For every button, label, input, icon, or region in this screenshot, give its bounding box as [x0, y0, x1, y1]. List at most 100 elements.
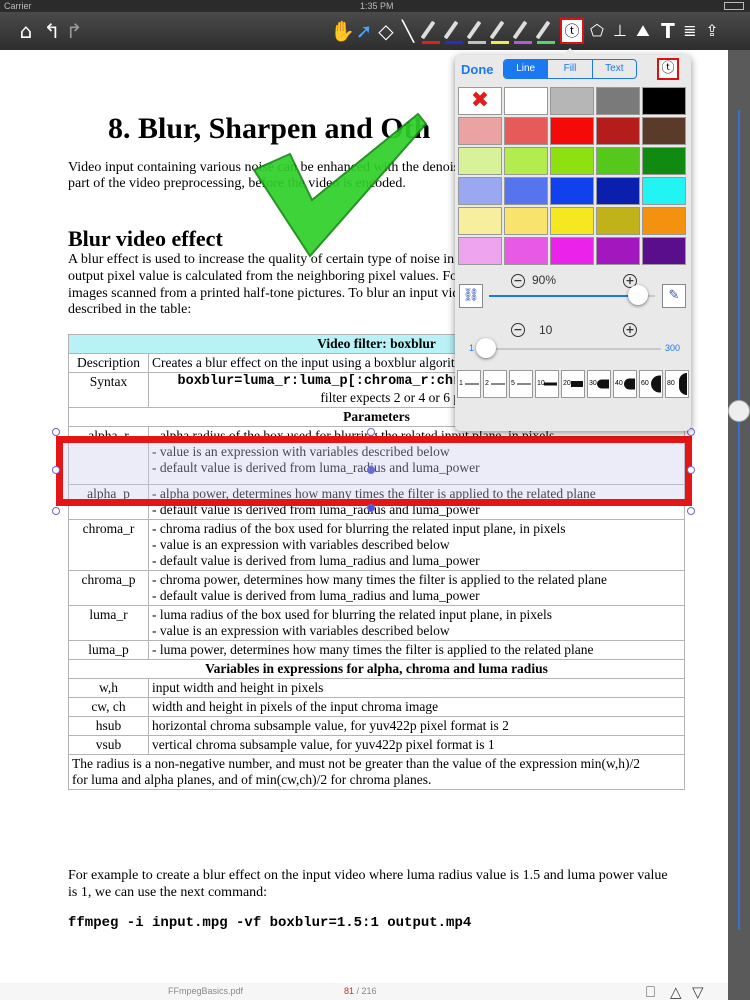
color-swatch[interactable]	[504, 117, 548, 145]
image-icon[interactable]: ⛰	[631, 18, 655, 44]
color-swatch[interactable]	[596, 147, 640, 175]
resize-handle[interactable]	[52, 466, 60, 474]
color-swatch[interactable]	[504, 147, 548, 175]
opacity-slider-thumb[interactable]	[628, 285, 649, 305]
pointer-icon[interactable]: ➚	[352, 18, 376, 44]
width-increase-button[interactable]: +	[623, 323, 637, 337]
color-swatch[interactable]	[642, 117, 686, 145]
highlighter-yellow-icon[interactable]	[489, 18, 511, 46]
color-swatch[interactable]	[550, 237, 594, 265]
color-swatch[interactable]	[550, 117, 594, 145]
resize-handle[interactable]	[367, 504, 375, 512]
color-swatch[interactable]	[642, 207, 686, 235]
hand-icon[interactable]: ✋	[330, 18, 355, 44]
width-preset-stroke	[465, 383, 479, 385]
shapes-icon[interactable]: ⬠	[585, 18, 609, 44]
resize-handle[interactable]	[687, 466, 695, 474]
color-swatch[interactable]	[458, 207, 502, 235]
battery-icon	[724, 2, 744, 10]
pen-icon[interactable]: ✎	[662, 284, 686, 308]
resize-handle[interactable]	[367, 428, 375, 436]
width-preset[interactable]: 20	[561, 370, 585, 398]
width-slider-thumb[interactable]	[476, 338, 497, 358]
color-swatch[interactable]	[642, 147, 686, 175]
pencil-icon[interactable]	[466, 18, 488, 46]
width-preset[interactable]: 10	[535, 370, 559, 398]
color-swatch[interactable]	[458, 237, 502, 265]
color-swatch[interactable]	[596, 237, 640, 265]
width-slider-track[interactable]	[481, 348, 661, 350]
param-key: luma_p	[68, 640, 149, 660]
width-preset-label: 60	[641, 380, 649, 387]
text-icon[interactable]: T	[656, 18, 680, 44]
width-decrease-button[interactable]: −	[511, 323, 525, 337]
width-preset[interactable]: 80	[665, 370, 689, 398]
color-swatch[interactable]	[550, 87, 594, 115]
color-swatch[interactable]	[550, 147, 594, 175]
highlighter-green-icon[interactable]	[535, 18, 557, 46]
tab-text[interactable]: Text	[593, 60, 636, 78]
var-value: vertical chroma subsample value, for yuv…	[148, 735, 685, 755]
resize-handle[interactable]	[52, 428, 60, 436]
param-line: - value is an expression with variables …	[152, 537, 450, 552]
color-swatch[interactable]	[504, 87, 548, 115]
resize-handle[interactable]	[52, 507, 60, 515]
color-swatch[interactable]	[550, 207, 594, 235]
text-stamp-icon[interactable]: ⓣ	[657, 58, 679, 80]
redo-icon[interactable]: ↱	[62, 18, 86, 44]
move-handle[interactable]	[367, 466, 375, 474]
color-swatch[interactable]	[458, 117, 502, 145]
width-preset[interactable]: 1	[457, 370, 481, 398]
width-preset-stroke	[678, 373, 687, 395]
next-page-icon[interactable]: ▽	[692, 983, 704, 1000]
prev-page-icon[interactable]: △	[670, 983, 682, 1000]
scrollbar-track[interactable]	[728, 50, 750, 1000]
text-box-icon[interactable]: ≣	[678, 18, 702, 44]
resize-handle[interactable]	[687, 507, 695, 515]
tab-fill[interactable]: Fill	[548, 60, 593, 78]
color-swatch[interactable]	[642, 177, 686, 205]
color-swatch[interactable]	[550, 177, 594, 205]
eraser-icon[interactable]: ◇	[374, 18, 398, 44]
color-swatch[interactable]	[458, 147, 502, 175]
pen-red-icon[interactable]	[420, 18, 442, 46]
width-preset[interactable]: 40	[613, 370, 637, 398]
color-swatch[interactable]	[642, 87, 686, 115]
line-icon[interactable]: ╲	[396, 18, 420, 44]
table-footer-line: for luma and alpha planes, and of min(cw…	[72, 772, 432, 787]
param-line: - luma power, determines how many times …	[152, 642, 594, 657]
color-swatch[interactable]	[596, 117, 640, 145]
pen-blue-icon[interactable]	[443, 18, 465, 46]
color-swatch[interactable]	[596, 177, 640, 205]
width-preset[interactable]: 60	[639, 370, 663, 398]
link-icon[interactable]: ⛓	[459, 284, 483, 308]
opacity-decrease-button[interactable]: −	[511, 274, 525, 288]
color-swatch[interactable]	[642, 237, 686, 265]
bookmarks-icon[interactable]: ⎕	[646, 983, 655, 1000]
width-preset[interactable]: 30	[587, 370, 611, 398]
color-swatch[interactable]	[504, 177, 548, 205]
color-swatch[interactable]	[596, 87, 640, 115]
signature-icon[interactable]: ⊥	[608, 18, 632, 44]
var-value: width and height in pixels of the input …	[148, 697, 685, 717]
home-icon[interactable]: ⌂	[14, 18, 38, 44]
scrollbar-thumb[interactable]	[728, 400, 750, 422]
share-icon[interactable]: ⇪	[700, 18, 724, 44]
bottom-bar: FFmpegBasics.pdf 81 / 216 ⎕ △ ▽	[0, 983, 728, 1000]
text-stamp-icon[interactable]: ⓣ	[560, 18, 584, 44]
width-preset[interactable]: 5	[509, 370, 533, 398]
width-preset[interactable]: 2	[483, 370, 507, 398]
checkmark-annotation[interactable]	[250, 110, 430, 260]
undo-icon[interactable]: ↰	[40, 18, 64, 44]
tab-line[interactable]: Line	[504, 60, 549, 78]
highlighter-purple-icon[interactable]	[512, 18, 534, 46]
done-button[interactable]: Done	[461, 62, 494, 77]
width-preset-stroke	[651, 375, 661, 393]
no-color-swatch[interactable]: ✖	[458, 87, 502, 115]
opacity-label: 90%	[532, 273, 557, 287]
color-swatch[interactable]	[458, 177, 502, 205]
color-swatch[interactable]	[504, 207, 548, 235]
color-swatch[interactable]	[504, 237, 548, 265]
pen-red-color	[422, 41, 440, 44]
color-swatch[interactable]	[596, 207, 640, 235]
